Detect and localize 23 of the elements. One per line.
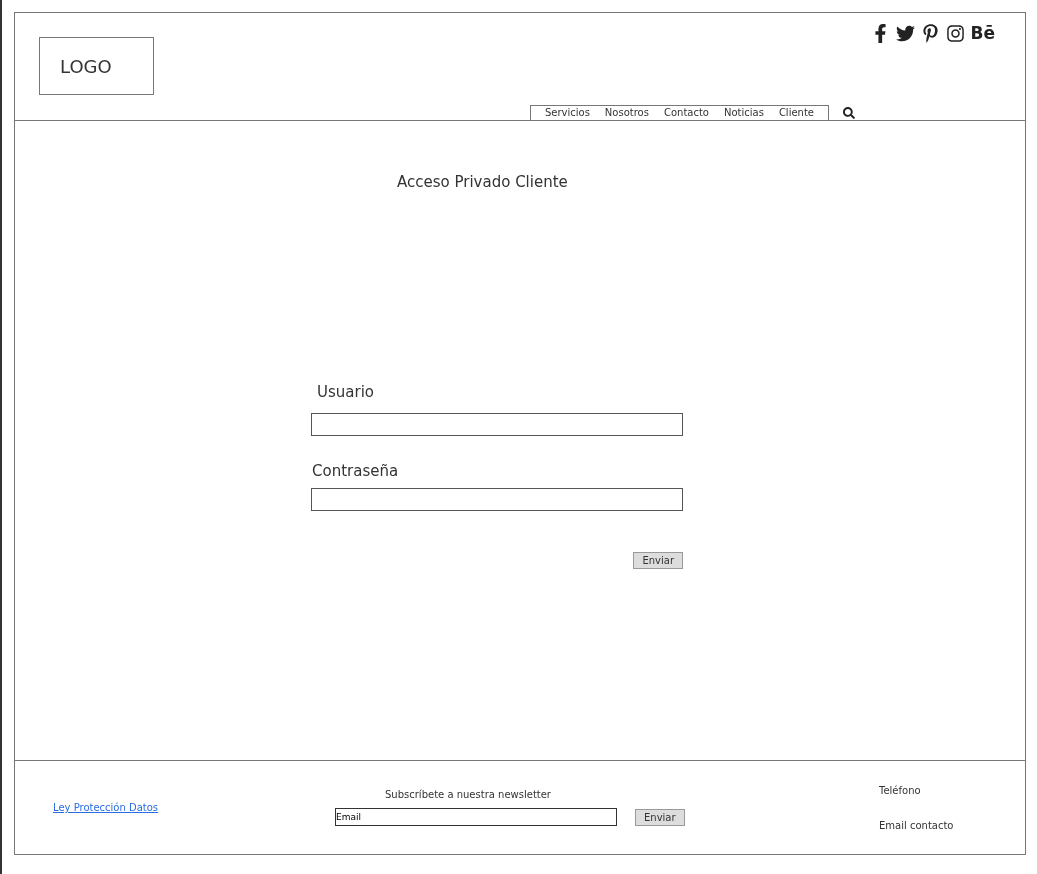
contact-text: Email contacto — [879, 819, 955, 831]
nav-link[interactable]: Noticias — [723, 107, 764, 118]
nav-link[interactable]: Nosotros — [604, 107, 649, 118]
nav-link[interactable]: Cliente — [778, 107, 814, 118]
submit-button[interactable]: Enviar — [633, 552, 683, 569]
twitter-icon[interactable] — [895, 23, 915, 43]
field-label: Usuario — [317, 383, 375, 401]
nav-link[interactable]: Servicios — [544, 107, 590, 118]
newsletter-title: Subscríbete a nuestra newsletter — [385, 789, 551, 800]
email-field[interactable]: Email — [335, 808, 617, 826]
privacy-link[interactable]: Ley Protección Datos — [15, 802, 295, 813]
field-label: Contraseña — [312, 462, 400, 480]
instagram-icon[interactable] — [945, 23, 965, 43]
input-field[interactable] — [311, 488, 683, 511]
social-icon[interactable]: Bē — [970, 23, 995, 43]
pinterest-icon[interactable] — [920, 23, 940, 43]
subscribe-button[interactable]: Enviar — [635, 809, 685, 826]
nav-link[interactable]: Contacto — [663, 107, 709, 118]
input-field[interactable] — [311, 413, 683, 436]
page-title: Acceso Privado Cliente — [397, 173, 569, 191]
logo-text: LOGO — [60, 55, 112, 77]
search-icon[interactable] — [843, 107, 855, 119]
contact-text: Teléfono — [879, 784, 922, 796]
